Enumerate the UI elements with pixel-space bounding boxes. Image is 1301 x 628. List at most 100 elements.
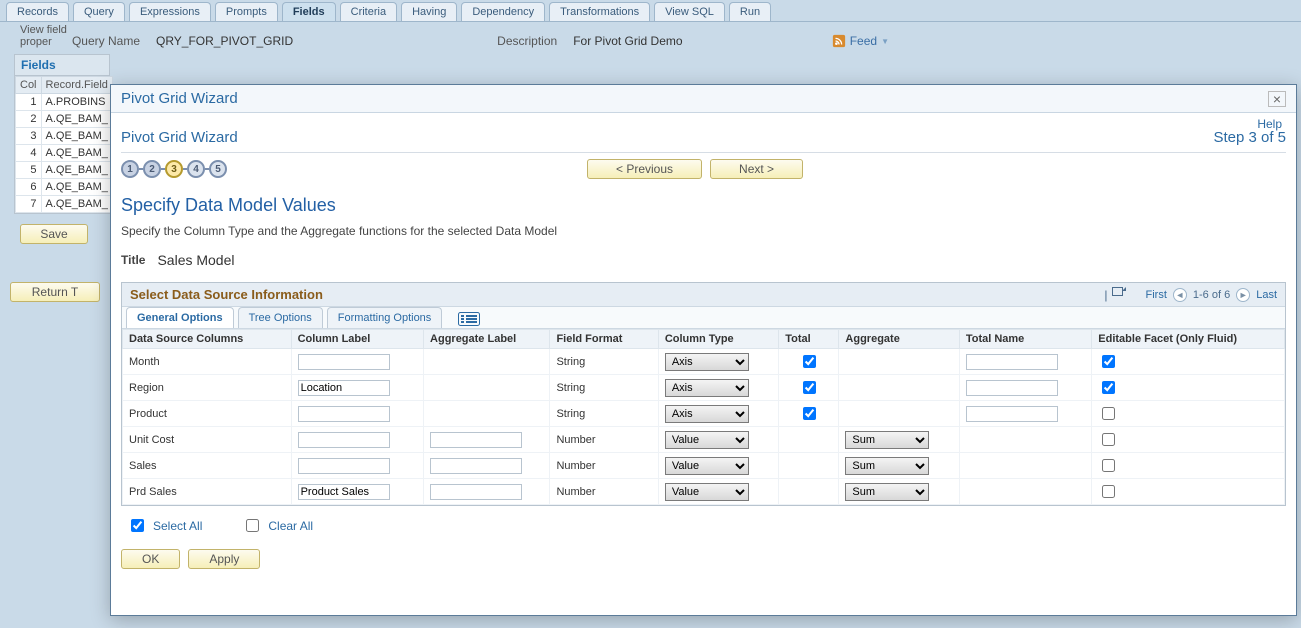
modal-title: Pivot Grid Wizard <box>121 90 238 107</box>
fields-row[interactable]: 7A.QE_BAM_ <box>16 196 113 213</box>
inner-tab-general-options[interactable]: General Options <box>126 307 234 328</box>
fields-col-header-recordfield[interactable]: Record.Field <box>41 77 112 94</box>
top-tab-expressions[interactable]: Expressions <box>129 2 211 21</box>
close-icon[interactable]: × <box>1268 91 1286 107</box>
grid-nav-first[interactable]: First <box>1146 289 1167 301</box>
personalize-icon[interactable] <box>452 310 486 328</box>
column-label-input[interactable] <box>298 458 390 474</box>
grid-nav-last[interactable]: Last <box>1256 289 1277 301</box>
total-name-input[interactable] <box>966 380 1058 396</box>
train-step-2[interactable]: 2 <box>143 160 161 178</box>
ok-button[interactable]: OK <box>121 549 180 569</box>
fields-row[interactable]: 6A.QE_BAM_ <box>16 179 113 196</box>
top-tab-run[interactable]: Run <box>729 2 771 21</box>
grid-nav-next-icon[interactable]: ► <box>1236 288 1250 302</box>
fields-row-field: A.QE_BAM_ <box>41 145 112 162</box>
column-label-input[interactable] <box>298 406 390 422</box>
grid-nav-prev-icon[interactable]: ◄ <box>1173 288 1187 302</box>
fields-row[interactable]: 5A.QE_BAM_ <box>16 162 113 179</box>
pivot-grid-wizard-modal: Pivot Grid Wizard × Help Pivot Grid Wiza… <box>110 84 1297 616</box>
aggregate-select[interactable]: Sum <box>845 483 929 501</box>
top-tab-fields[interactable]: Fields <box>282 2 336 21</box>
top-tab-transformations[interactable]: Transformations <box>549 2 650 21</box>
col-header-editable-facet-only-fluid-[interactable]: Editable Facet (Only Fluid) <box>1092 330 1285 349</box>
clear-all-checkbox[interactable] <box>246 519 259 532</box>
col-header-total[interactable]: Total <box>779 330 839 349</box>
col-header-aggregate[interactable]: Aggregate <box>839 330 959 349</box>
aggregate-select[interactable]: Sum <box>845 457 929 475</box>
column-label-input[interactable] <box>298 380 390 396</box>
save-button[interactable]: Save <box>20 224 88 244</box>
fields-row[interactable]: 1A.PROBINS <box>16 94 113 111</box>
previous-button[interactable]: < Previous <box>587 159 702 179</box>
column-type-select[interactable]: AxisValue <box>665 405 749 423</box>
title-label: Title <box>121 253 145 267</box>
editable-facet-checkbox[interactable] <box>1102 433 1115 446</box>
editable-facet-checkbox[interactable] <box>1102 407 1115 420</box>
aggregate-label-input[interactable] <box>430 484 522 500</box>
fields-row[interactable]: 3A.QE_BAM_ <box>16 128 113 145</box>
column-type-select[interactable]: AxisValue <box>665 431 749 449</box>
col-header-field-format[interactable]: Field Format <box>550 330 658 349</box>
fields-row[interactable]: 4A.QE_BAM_ <box>16 145 113 162</box>
total-name-input[interactable] <box>966 354 1058 370</box>
total-name-input[interactable] <box>966 406 1058 422</box>
train-step-5[interactable]: 5 <box>209 160 227 178</box>
data-row: RegionStringAxisValue <box>123 375 1285 401</box>
popout-icon[interactable] <box>1112 287 1126 302</box>
col-header-aggregate-label[interactable]: Aggregate Label <box>424 330 550 349</box>
aggregate-select[interactable]: Sum <box>845 431 929 449</box>
top-tab-criteria[interactable]: Criteria <box>340 2 397 21</box>
editable-facet-checkbox[interactable] <box>1102 355 1115 368</box>
top-tab-query[interactable]: Query <box>73 2 125 21</box>
top-tab-prompts[interactable]: Prompts <box>215 2 278 21</box>
total-checkbox[interactable] <box>803 407 816 420</box>
top-tab-having[interactable]: Having <box>401 2 457 21</box>
fields-table: Col Record.Field 1A.PROBINS2A.QE_BAM_3A.… <box>15 76 113 213</box>
column-type-select[interactable]: AxisValue <box>665 457 749 475</box>
col-header-column-label[interactable]: Column Label <box>291 330 423 349</box>
grid-title: Select Data Source Information <box>130 287 323 302</box>
column-label-input[interactable] <box>298 354 390 370</box>
column-type-select[interactable]: AxisValue <box>665 379 749 397</box>
inner-tab-formatting-options[interactable]: Formatting Options <box>327 307 443 328</box>
help-link[interactable]: Help <box>1257 117 1282 131</box>
editable-facet-checkbox[interactable] <box>1102 459 1115 472</box>
top-tab-records[interactable]: Records <box>6 2 69 21</box>
aggregate-label-input[interactable] <box>430 458 522 474</box>
grid-divider: | <box>1104 288 1107 302</box>
column-type-select[interactable]: AxisValue <box>665 353 749 371</box>
fields-row-num: 2 <box>16 111 42 128</box>
train-step-4[interactable]: 4 <box>187 160 205 178</box>
editable-facet-checkbox[interactable] <box>1102 485 1115 498</box>
top-tab-dependency[interactable]: Dependency <box>461 2 545 21</box>
col-header-total-name[interactable]: Total Name <box>959 330 1091 349</box>
next-button[interactable]: Next > <box>710 159 803 179</box>
select-all-checkbox[interactable] <box>131 519 144 532</box>
total-checkbox[interactable] <box>803 381 816 394</box>
feed-link[interactable]: Feed ▼ <box>832 34 889 48</box>
fields-col-header-col[interactable]: Col <box>16 77 42 94</box>
select-row: Select All Clear All <box>121 506 1286 545</box>
train-step-3[interactable]: 3 <box>165 160 183 178</box>
inner-tab-tree-options[interactable]: Tree Options <box>238 307 323 328</box>
grid-nav: First ◄ 1-6 of 6 ► Last <box>1146 288 1278 302</box>
apply-button[interactable]: Apply <box>188 549 260 569</box>
col-header-column-type[interactable]: Column Type <box>658 330 778 349</box>
train-step-1[interactable]: 1 <box>121 160 139 178</box>
column-type-select[interactable]: AxisValue <box>665 483 749 501</box>
editable-facet-checkbox[interactable] <box>1102 381 1115 394</box>
top-tabstrip: RecordsQueryExpressionsPromptsFieldsCrit… <box>0 0 1301 22</box>
column-label-input[interactable] <box>298 432 390 448</box>
total-checkbox[interactable] <box>803 355 816 368</box>
query-name-value: QRY_FOR_PIVOT_GRID <box>156 34 293 48</box>
top-tab-view-sql[interactable]: View SQL <box>654 2 725 21</box>
clear-all-link[interactable]: Clear All <box>242 516 313 535</box>
fields-row-field: A.QE_BAM_ <box>41 111 112 128</box>
column-label-input[interactable] <box>298 484 390 500</box>
col-header-data-source-columns[interactable]: Data Source Columns <box>123 330 292 349</box>
fields-row[interactable]: 2A.QE_BAM_ <box>16 111 113 128</box>
aggregate-label-input[interactable] <box>430 432 522 448</box>
return-button[interactable]: Return T <box>10 282 100 302</box>
select-all-link[interactable]: Select All <box>127 516 202 535</box>
